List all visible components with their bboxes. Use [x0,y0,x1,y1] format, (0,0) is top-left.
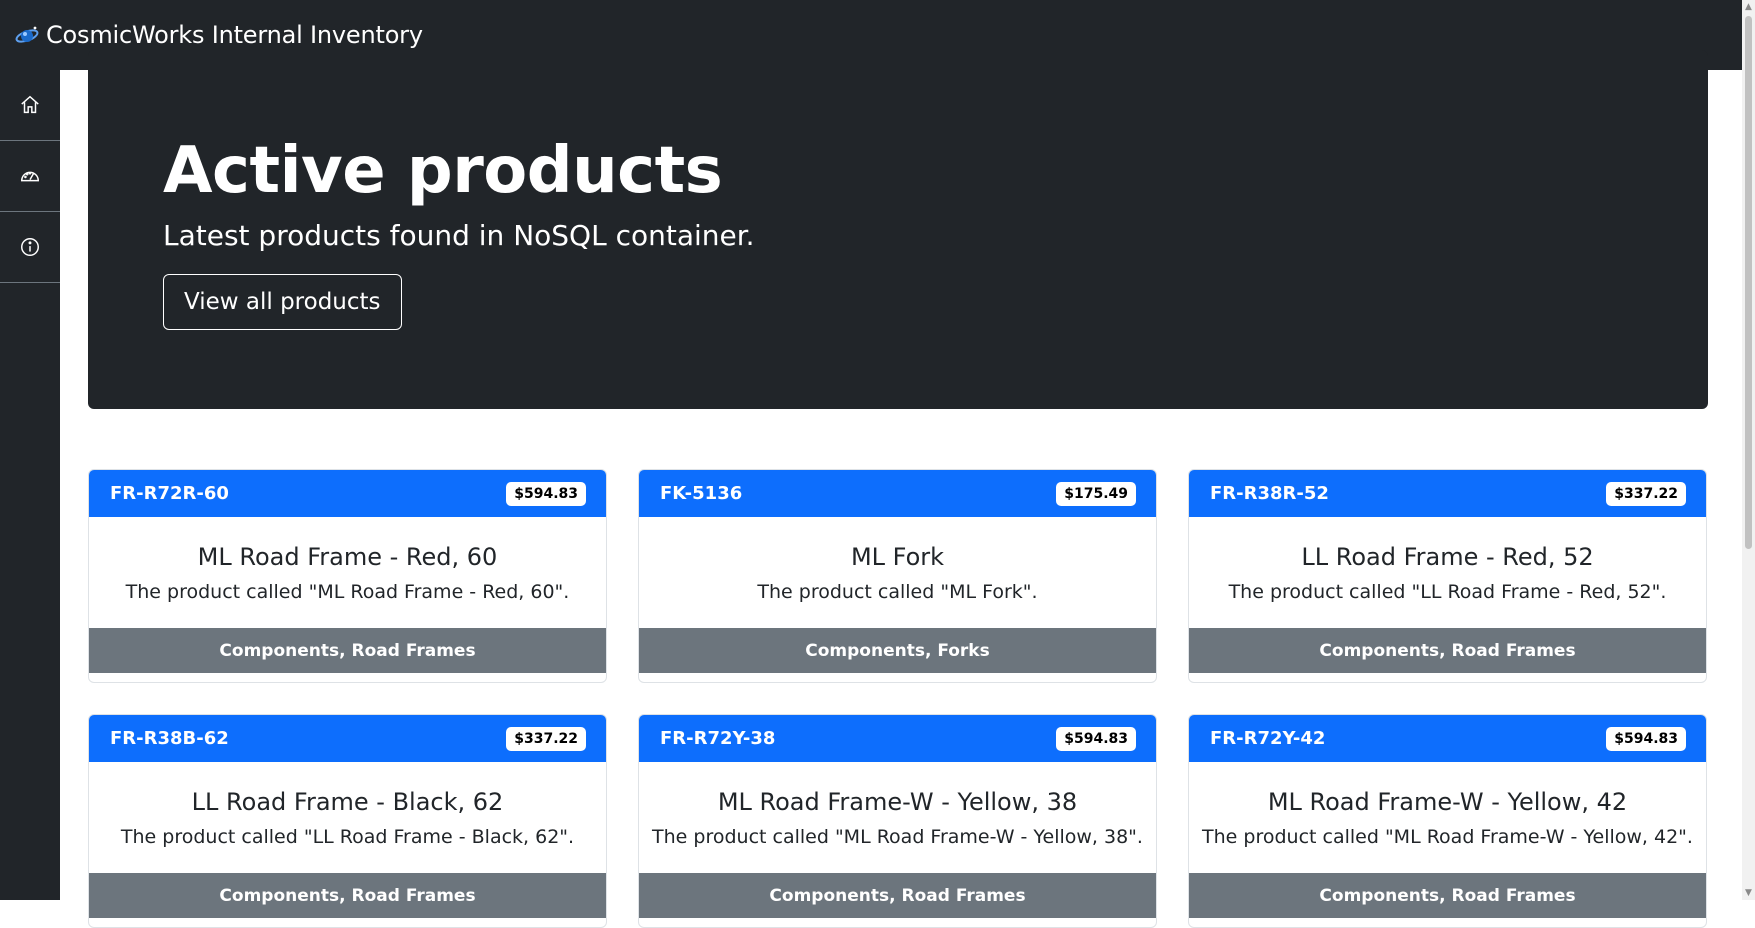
price-badge: $594.83 [1606,726,1686,751]
product-name: ML Road Frame-W - Yellow, 42 [1267,787,1628,816]
card-header: FK-5136 $175.49 [639,470,1156,517]
product-card[interactable]: FR-R38B-62 $337.22 LL Road Frame - Black… [88,714,607,928]
card-body: LL Road Frame - Red, 52 The product call… [1189,517,1706,628]
view-all-products-button[interactable]: View all products [163,274,402,331]
product-description: The product called "ML Road Frame - Red,… [125,580,570,603]
product-description: The product called "ML Road Frame-W - Ye… [652,825,1143,848]
price-badge: $337.22 [1606,481,1686,506]
product-category: Components, Road Frames [639,873,1156,918]
card-header: FR-R72R-60 $594.83 [89,470,606,517]
product-card[interactable]: FR-R72R-60 $594.83 ML Road Frame - Red, … [88,469,607,683]
product-card[interactable]: FR-R72Y-38 $594.83 ML Road Frame-W - Yel… [638,714,1157,928]
price-badge: $337.22 [506,726,586,751]
page-scrollbar[interactable]: ▲ ▼ [1742,0,1755,900]
cosmos-logo-icon [15,26,39,43]
card-body: ML Road Frame-W - Yellow, 42 The product… [1189,762,1706,873]
product-name: ML Fork [850,542,945,571]
card-header: FR-R72Y-42 $594.83 [1189,715,1706,762]
product-sku: FR-R38R-52 [1210,483,1329,504]
scroll-down-icon[interactable]: ▼ [1742,886,1755,900]
product-name: LL Road Frame - Black, 62 [191,787,504,816]
product-category: Components, Road Frames [89,873,606,918]
page-title: Active products [163,134,723,208]
sidebar [0,70,60,900]
product-grid: FR-R72R-60 $594.83 ML Road Frame - Red, … [88,469,1708,928]
sidebar-item-home[interactable] [0,70,60,141]
product-category: Components, Road Frames [89,628,606,673]
sidebar-item-about[interactable] [0,212,60,283]
card-header: FR-R38R-52 $337.22 [1189,470,1706,517]
price-badge: $594.83 [506,481,586,506]
hero-banner: Active products Latest products found in… [88,50,1708,409]
product-sku: FR-R72Y-38 [660,728,776,749]
product-name: LL Road Frame - Red, 52 [1301,542,1594,571]
card-header: FR-R72Y-38 $594.83 [639,715,1156,762]
product-description: The product called "LL Road Frame - Red,… [1228,580,1667,603]
product-name: ML Road Frame - Red, 60 [197,542,498,571]
speedometer-icon [21,171,39,182]
product-card[interactable]: FR-R38R-52 $337.22 LL Road Frame - Red, … [1188,469,1707,683]
product-description: The product called "ML Road Frame-W - Ye… [1202,825,1693,848]
card-body: LL Road Frame - Black, 62 The product ca… [89,762,606,873]
product-card[interactable]: FK-5136 $175.49 ML Fork The product call… [638,469,1157,683]
price-badge: $594.83 [1056,726,1136,751]
card-body: ML Road Frame - Red, 60 The product call… [89,517,606,628]
price-badge: $175.49 [1056,481,1136,506]
app-title[interactable]: CosmicWorks Internal Inventory [46,21,423,49]
product-sku: FR-R72Y-42 [1210,728,1326,749]
info-icon [21,238,39,256]
product-card[interactable]: FR-R72Y-42 $594.83 ML Road Frame-W - Yel… [1188,714,1707,928]
product-category: Components, Road Frames [1189,873,1706,918]
product-description: The product called "ML Fork". [757,580,1038,603]
card-body: ML Fork The product called "ML Fork". [639,517,1156,628]
scroll-up-icon[interactable]: ▲ [1742,0,1755,14]
sidebar-item-dashboard[interactable] [0,141,60,212]
home-icon [21,95,39,114]
product-name: ML Road Frame-W - Yellow, 38 [717,787,1078,816]
page-subtitle: Latest products found in NoSQL container… [163,219,755,253]
product-sku: FK-5136 [660,483,743,504]
product-sku: FR-R38B-62 [110,728,229,749]
card-header: FR-R38B-62 $337.22 [89,715,606,762]
card-body: ML Road Frame-W - Yellow, 38 The product… [639,762,1156,873]
product-category: Components, Forks [639,628,1156,673]
product-sku: FR-R72R-60 [110,483,229,504]
scrollbar-thumb[interactable] [1745,16,1752,549]
product-category: Components, Road Frames [1189,628,1706,673]
product-description: The product called "LL Road Frame - Blac… [120,825,575,848]
